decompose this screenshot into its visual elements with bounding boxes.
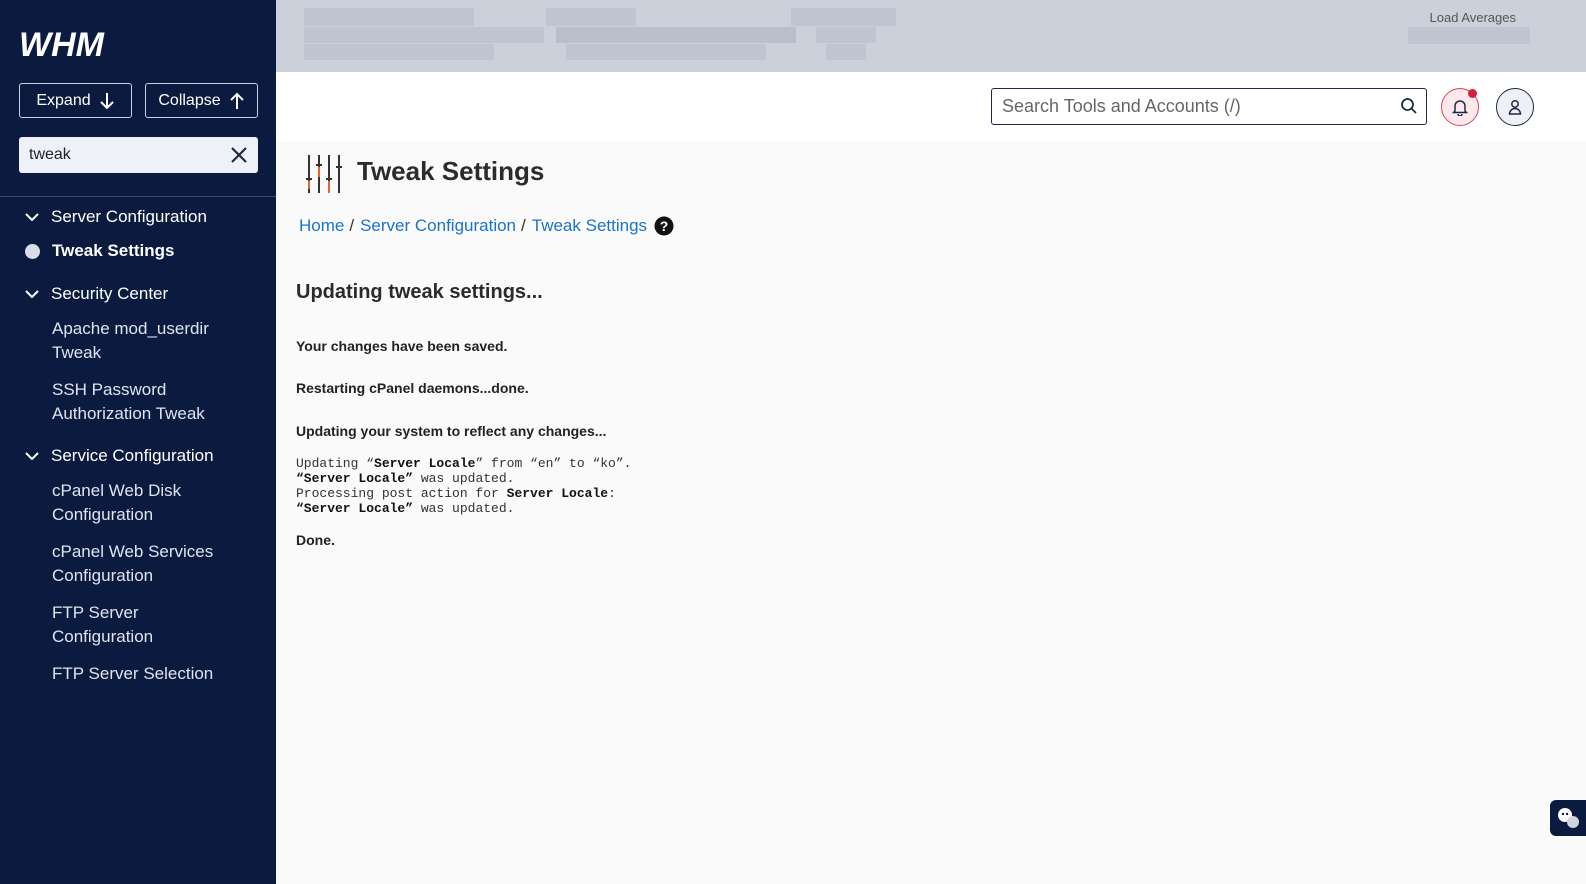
status-heading: Updating tweak settings... (296, 281, 543, 303)
close-icon[interactable] (229, 145, 249, 165)
log-text: Processing post action for (296, 486, 507, 501)
update-log: Updating “Server Locale” from “en” to “k… (296, 456, 631, 516)
log-text: : (608, 486, 616, 501)
expand-button[interactable]: Expand (19, 83, 132, 118)
sidebar-item-label: FTP Server Configuration (52, 603, 154, 646)
category-label: Service Configuration (51, 446, 214, 465)
log-text: Updating “ (296, 456, 375, 471)
sidebar-item-label: Tweak Settings (52, 241, 175, 260)
category-label: Server Configuration (51, 207, 207, 226)
log-bold: “Server Locale” (296, 471, 414, 486)
search-input[interactable] (992, 96, 1372, 117)
server-info-strip: Load Averages (276, 0, 1586, 72)
sidebar-item-tweak-settings[interactable]: Tweak Settings (0, 239, 276, 263)
bell-icon (1452, 100, 1468, 116)
whm-logo[interactable]: WHM (19, 28, 129, 60)
collapse-label: Collapse (158, 91, 221, 109)
user-menu-button[interactable] (1496, 88, 1534, 126)
blurred-info (556, 27, 796, 43)
log-text: was updated. (413, 501, 515, 516)
header-bar (276, 72, 1586, 141)
sidebar-item-label: FTP Server Selection (52, 664, 214, 683)
sliders-icon (306, 155, 342, 193)
sidebar-nav: Server Configuration Tweak Settings Secu… (0, 204, 276, 686)
breadcrumb-separator: / (349, 216, 355, 235)
log-bold: “Server Locale” (296, 501, 414, 516)
status-message-updating: Updating your system to reflect any chan… (296, 423, 607, 439)
page-title: Tweak Settings (357, 156, 545, 186)
sidebar-filter-input[interactable] (19, 146, 219, 164)
status-message-saved: Your changes have been saved. (296, 338, 508, 354)
svg-text:?: ? (660, 218, 669, 234)
blurred-info (566, 44, 766, 60)
log-text: was updated. (413, 471, 515, 486)
sidebar-item-cpanel-web-disk-configuration[interactable]: cPanel Web Disk Configuration (0, 479, 276, 527)
sidebar-item-label: SSH Password Authorization Tweak (52, 380, 205, 423)
sidebar-item-label: cPanel Web Disk Configuration (52, 481, 182, 524)
blurred-load-values (1408, 27, 1530, 44)
svg-text:WHM: WHM (19, 28, 105, 60)
sidebar-divider (0, 196, 276, 197)
sidebar: WHM Expand Collapse Server Configuration (0, 0, 276, 884)
sidebar-item-ssh-password-authorization-tweak[interactable]: SSH Password Authorization Tweak (0, 378, 276, 426)
chat-icon (1558, 808, 1579, 828)
sidebar-item-cpanel-web-services-configuration[interactable]: cPanel Web Services Configuration (0, 540, 276, 588)
chevron-down-icon (25, 290, 39, 299)
sidebar-item-label: cPanel Web Services Configuration (52, 542, 214, 585)
breadcrumb-home[interactable]: Home (299, 216, 344, 236)
sidebar-category-server-configuration[interactable]: Server Configuration (0, 204, 276, 230)
breadcrumb-server-configuration[interactable]: Server Configuration (360, 216, 516, 236)
blurred-info (304, 8, 474, 26)
sidebar-item-apache-mod-userdir-tweak[interactable]: Apache mod_userdir Tweak (0, 317, 276, 365)
expand-label: Expand (36, 91, 91, 109)
main-content: Tweak Settings Home / Server Configurati… (276, 141, 1586, 884)
blurred-info (816, 27, 876, 43)
blurred-info (304, 44, 494, 60)
help-icon[interactable]: ? (654, 216, 674, 236)
breadcrumb-separator: / (521, 216, 526, 235)
arrow-up-icon (229, 92, 244, 109)
status-message-restart: Restarting cPanel daemons...done. (296, 380, 529, 396)
collapse-button[interactable]: Collapse (145, 83, 258, 118)
sidebar-item-label: Apache mod_userdir Tweak (52, 319, 209, 362)
breadcrumb-tweak-settings[interactable]: Tweak Settings (532, 216, 647, 236)
chevron-down-icon (25, 213, 39, 222)
status-message-done: Done. (296, 532, 335, 548)
blurred-info (826, 44, 866, 60)
arrow-down-icon (99, 92, 114, 109)
blurred-info (304, 27, 544, 43)
sidebar-category-service-configuration[interactable]: Service Configuration (0, 443, 276, 469)
user-icon (1508, 100, 1522, 115)
chat-widget-button[interactable] (1550, 800, 1586, 836)
log-bold: Server Locale (506, 486, 609, 501)
notifications-button[interactable] (1441, 88, 1479, 126)
breadcrumb: Home / Server Configuration / Tweak Sett… (299, 216, 674, 236)
sidebar-filter (19, 137, 258, 173)
search-icon[interactable] (1400, 97, 1418, 115)
chevron-down-icon (25, 452, 39, 461)
sidebar-item-ftp-server-configuration[interactable]: FTP Server Configuration (0, 601, 276, 649)
notification-badge (1468, 89, 1477, 98)
load-averages-label: Load Averages (1429, 10, 1517, 25)
category-label: Security Center (51, 284, 169, 303)
sidebar-category-security-center[interactable]: Security Center (0, 281, 276, 307)
blurred-info (546, 8, 636, 26)
log-bold: Server Locale (374, 456, 476, 471)
sidebar-item-ftp-server-selection[interactable]: FTP Server Selection (0, 662, 276, 686)
log-text: ” from “en” to “ko”. (475, 456, 632, 471)
search-box (991, 88, 1427, 125)
active-dot-icon (25, 244, 40, 259)
blurred-info (791, 8, 896, 26)
